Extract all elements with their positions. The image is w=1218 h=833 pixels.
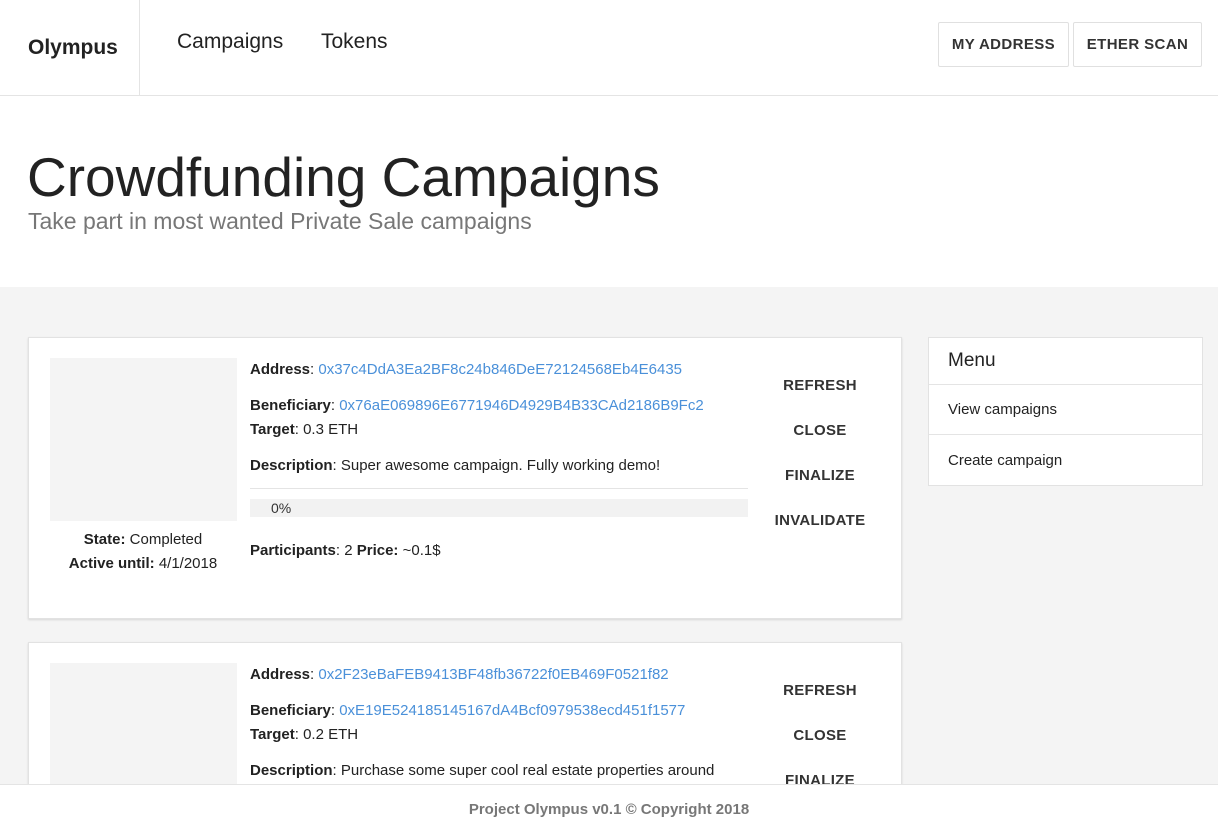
price-value: ~0.1$	[402, 542, 441, 559]
campaign-info: Address: 0x37c4DdA3Ea2BF8c24b846DeE72124…	[250, 358, 748, 563]
campaign-card: State: Completed Active until: 4/1/2018 …	[28, 337, 902, 619]
active-until-value: 4/1/2018	[158, 555, 218, 572]
top-navbar: Olympus Campaigns Tokens MY ADDRESS ETHE…	[0, 0, 1218, 96]
finalize-button[interactable]: FINALIZE	[771, 458, 869, 492]
target-label: Target	[250, 726, 295, 743]
close-button[interactable]: CLOSE	[771, 718, 869, 752]
sidebar-menu: Menu View campaigns Create campaign	[928, 337, 1203, 486]
beneficiary-address-link[interactable]: 0x76aE069896E6771946D4929B4B33CAd2186B9F…	[339, 397, 703, 414]
target-value: 0.3 ETH	[303, 421, 359, 438]
state-label: State:	[83, 531, 126, 548]
campaign-state-block: State: Completed Active until: 4/1/2018	[29, 528, 257, 576]
campaign-info: Address: 0x2F23eBaFEB9413BF48fb36722f0EB…	[250, 666, 715, 779]
menu-item-view-campaigns[interactable]: View campaigns	[929, 385, 1202, 435]
my-address-button[interactable]: MY ADDRESS	[938, 22, 1069, 67]
brand-logo[interactable]: Olympus	[0, 0, 140, 95]
description-value: Super awesome campaign. Fully working de…	[340, 457, 661, 474]
target-value: 0.2 ETH	[303, 726, 359, 743]
campaign-address-link[interactable]: 0x2F23eBaFEB9413BF48fb36722f0EB469F0521f…	[318, 666, 668, 683]
participants-value: 2	[344, 542, 353, 559]
campaign-actions: REFRESH CLOSE FINALIZE INVALIDATE	[771, 368, 869, 548]
menu-title: Menu	[929, 338, 1202, 385]
divider	[250, 488, 748, 489]
page-subtitle: Take part in most wanted Private Sale ca…	[28, 208, 532, 234]
menu-item-create-campaign[interactable]: Create campaign	[929, 435, 1202, 485]
beneficiary-label: Beneficiary	[250, 702, 331, 719]
address-label: Address	[250, 666, 311, 683]
nav-link-tokens[interactable]: Tokens	[321, 30, 388, 54]
invalidate-button[interactable]: INVALIDATE	[771, 503, 869, 537]
hero-section: Crowdfunding Campaigns Take part in most…	[0, 96, 1218, 287]
refresh-button[interactable]: REFRESH	[771, 673, 869, 707]
progress-bar: 0%	[250, 499, 748, 517]
progress-text: 0%	[271, 500, 292, 516]
campaign-image-placeholder	[50, 358, 237, 521]
page-title: Crowdfunding Campaigns	[27, 146, 660, 208]
campaign-address-link[interactable]: 0x37c4DdA3Ea2BF8c24b846DeE72124568Eb4E64…	[318, 361, 682, 378]
state-value: Completed	[129, 531, 203, 548]
participants-label: Participants	[250, 542, 336, 559]
description-value: Purchase some super cool real estate pro…	[340, 762, 715, 779]
refresh-button[interactable]: REFRESH	[771, 368, 869, 402]
beneficiary-address-link[interactable]: 0xE19E524185145167dA4Bcf0979538ecd451f15…	[339, 702, 685, 719]
description-label: Description	[250, 762, 333, 779]
ether-scan-button[interactable]: ETHER SCAN	[1073, 22, 1202, 67]
footer-copyright: Project Olympus v0.1 © Copyright 2018	[468, 800, 750, 818]
description-label: Description	[250, 457, 333, 474]
nav-link-campaigns[interactable]: Campaigns	[177, 30, 283, 54]
active-until-label: Active until:	[68, 555, 155, 572]
target-label: Target	[250, 421, 295, 438]
beneficiary-label: Beneficiary	[250, 397, 331, 414]
address-label: Address	[250, 361, 311, 378]
footer: Project Olympus v0.1 © Copyright 2018	[0, 784, 1218, 833]
price-label: Price:	[356, 542, 399, 559]
close-button[interactable]: CLOSE	[771, 413, 869, 447]
